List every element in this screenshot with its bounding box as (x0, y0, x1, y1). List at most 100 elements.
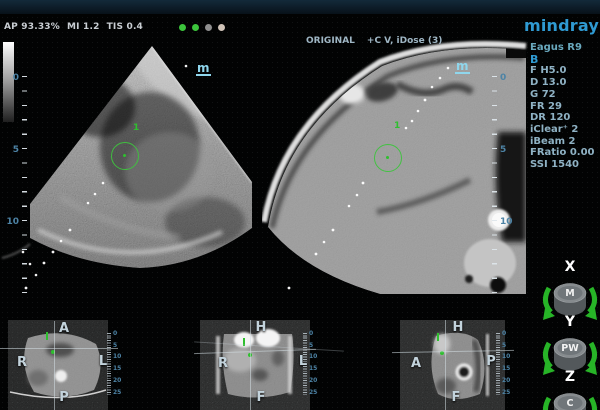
target-circle-marker (374, 144, 402, 172)
green-target-tick (437, 333, 439, 341)
orientation-right: R (217, 356, 229, 371)
ruler-label: 15 (113, 365, 122, 372)
ruler-label: 25 (502, 388, 511, 396)
ruler-label: 20 (309, 376, 318, 384)
rotate-z-knob[interactable]: C (538, 386, 600, 410)
ruler-label: 5 (12, 145, 19, 155)
ultrasound-image-viewport[interactable]: 0 5 10 m 1 (0, 32, 260, 312)
mpr-thumbnail-coronal[interactable]: H R L F 0 5 10 15 20 25 (194, 315, 380, 410)
probe-orientation-marker: m (196, 61, 211, 76)
imaging-mode: B (530, 52, 539, 66)
orientation-foot: F (451, 390, 461, 405)
crosshair-vertical (250, 320, 251, 410)
orientation-posterior: P (486, 354, 496, 369)
ruler-label: 0 (12, 73, 19, 83)
status-indicator-dots (179, 24, 225, 31)
orientation-left: L (98, 354, 108, 369)
ruler-label: 0 (309, 330, 314, 337)
ruler-ticks (107, 333, 111, 395)
knob-key-c: C (566, 398, 574, 409)
param-gain: G 72 (530, 88, 556, 100)
ruler-ticks (492, 76, 497, 302)
crosshair-vertical (54, 321, 55, 410)
ruler-label: 10 (309, 353, 318, 360)
status-dot-icon (205, 24, 212, 31)
ruler-ticks (303, 333, 307, 395)
param-iclear: iClear⁺ 2 (530, 123, 579, 135)
ruler-label: 5 (113, 341, 118, 349)
ruler-label: 15 (502, 365, 511, 372)
ruler-label: 10 (6, 217, 19, 227)
param-ssi: SSI 1540 (530, 159, 579, 171)
ultrasound-fan (30, 46, 252, 268)
thumb-ruler: 0 5 10 15 20 25 (107, 330, 123, 396)
us-depth-ruler: 0 5 10 (6, 73, 28, 303)
crosshair-horizontal (0, 348, 118, 349)
ruler-label: 25 (113, 388, 122, 396)
knob-key-m: M (565, 288, 575, 299)
ruler-ticks (496, 333, 500, 395)
ct-dataset-label: ORIGINAL +C V, iDose (3) (306, 36, 442, 46)
status-dot-icon (218, 24, 225, 31)
rotate-right-arrow-icon (588, 396, 597, 410)
orientation-anterior: A (410, 356, 422, 371)
ruler-label: 10 (502, 353, 511, 360)
image-state-label: ORIGINAL (306, 36, 355, 46)
ruler-label: 0 (500, 73, 507, 83)
axis-y-label: Y (564, 314, 576, 330)
ruler-label: 5 (500, 145, 507, 155)
ruler-label: 5 (309, 341, 314, 349)
probe-orientation-marker: m (455, 59, 470, 74)
transducer-name: Eagus R9 (530, 42, 582, 53)
ct-depth-ruler: 0 5 10 (492, 73, 514, 305)
ruler-label: 5 (502, 341, 507, 349)
param-frequency: F H5.0 (530, 65, 567, 77)
ruler-label: 10 (113, 353, 122, 360)
ct-image-viewport[interactable]: 0 5 10 m 1 (261, 32, 528, 302)
ruler-ticks (22, 76, 27, 300)
top-title-bar (0, 0, 600, 14)
rotate-left-arrow-icon (543, 286, 553, 314)
target-circle-marker (111, 142, 139, 170)
axis-x-label: X (564, 259, 576, 275)
ruler-label: 0 (502, 330, 507, 337)
param-depth: D 13.0 (530, 77, 567, 89)
target-number-label: 1 (133, 123, 140, 133)
crosshair-vertical (445, 320, 446, 410)
status-dot-icon (179, 24, 186, 31)
ruler-label: 20 (113, 376, 122, 384)
mechanical-index-value: MI 1.2 (66, 22, 100, 32)
ruler-label: 25 (309, 388, 318, 396)
green-target-tick (46, 332, 48, 340)
param-dynamic-range: DR 120 (530, 112, 571, 124)
mindray-logo: mindray (524, 16, 600, 35)
orientation-anterior: A (58, 321, 70, 336)
ruler-label: 15 (309, 365, 318, 372)
orientation-head: H (452, 320, 464, 335)
ct-series-label: +C V, iDose (3) (366, 36, 443, 46)
knob-key-pw: PW (561, 343, 579, 354)
acoustic-power-value: AP 93.33% (4, 22, 60, 32)
imaging-parameter-sidebar: Eagus R9 B F H5.0 D 13.0 G 72 FR 29 DR 1… (530, 42, 595, 171)
thumb-ruler: 0 5 10 15 20 25 (303, 330, 319, 396)
param-ibeam: iBeam 2 (530, 135, 576, 147)
param-frame-rate: FR 29 (530, 100, 562, 112)
thermal-index-value: TIS 0.4 (106, 22, 144, 32)
status-dot-icon (192, 24, 199, 31)
orientation-right: R (16, 355, 28, 370)
rotate-left-arrow-icon (543, 396, 552, 410)
mpr-thumbnail-sagittal[interactable]: H A P F 0 5 10 15 20 25 (390, 315, 530, 410)
thumb-ruler: 0 5 10 15 20 25 (496, 330, 512, 396)
fusion-imaging-screen: AP 93.33% MI 1.2 TIS 0.4 ORIGINAL +C V, … (0, 0, 600, 410)
ultrasound-sector-image (1, 46, 252, 290)
param-fratio: FRatio 0.00 (530, 147, 595, 159)
acoustic-output-status: AP 93.33% MI 1.2 TIS 0.4 (4, 22, 143, 32)
ruler-label: 10 (500, 217, 513, 227)
axis-z-label: Z (564, 369, 576, 385)
rotate-right-arrow-icon (587, 286, 597, 314)
orientation-posterior: P (59, 390, 69, 405)
orientation-foot: F (256, 390, 266, 405)
ruler-label: 20 (502, 376, 511, 384)
mpr-thumbnail-axial[interactable]: A R L P 0 5 10 15 20 25 (0, 315, 190, 410)
rotate-right-arrow-icon (587, 341, 597, 369)
